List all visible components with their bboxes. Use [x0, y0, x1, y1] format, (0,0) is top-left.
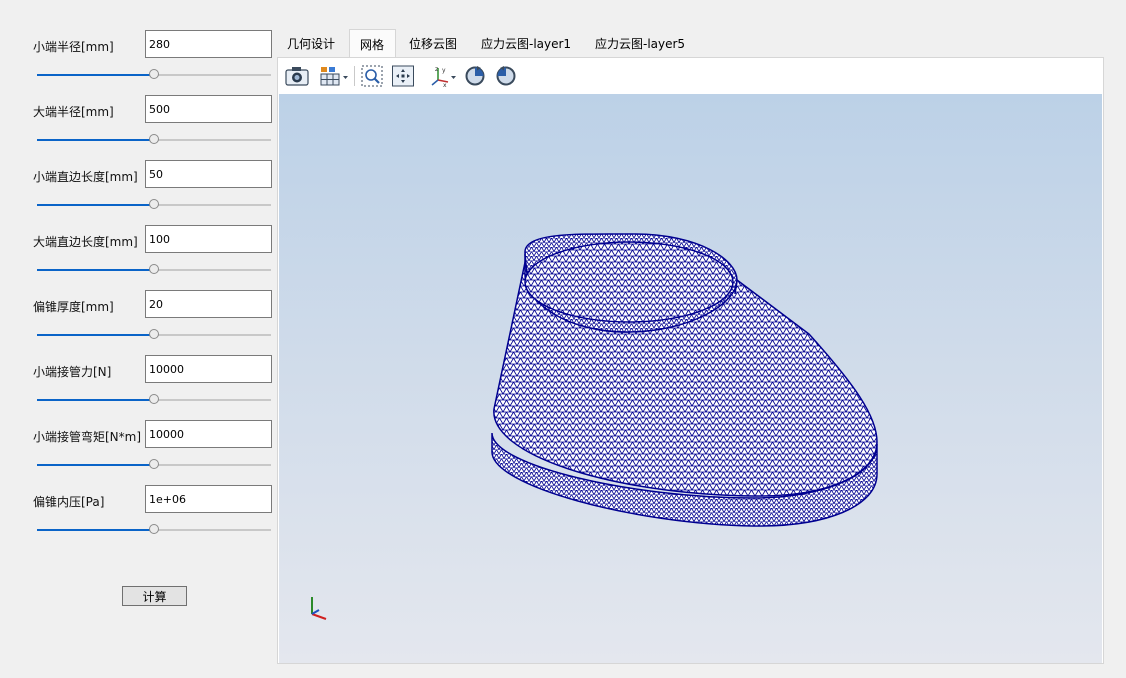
slider-fill: [37, 464, 154, 466]
axes-view-icon[interactable]: z y x: [429, 64, 457, 89]
nozzle-moment-slider[interactable]: [37, 459, 271, 471]
nozzle-force-slider[interactable]: [37, 394, 271, 406]
slider-thumb[interactable]: [149, 524, 159, 534]
small-straight-length-input[interactable]: [145, 160, 272, 188]
slider-thumb[interactable]: [149, 329, 159, 339]
toolbar-separator: [354, 66, 355, 86]
slider-fill: [37, 139, 154, 141]
slider-fill: [37, 74, 154, 76]
small-straight-length-slider[interactable]: [37, 199, 271, 211]
cone-thickness-input[interactable]: [145, 290, 272, 318]
slider-fill: [37, 399, 154, 401]
tab-stress-layer1[interactable]: 应力云图-layer1: [471, 29, 583, 57]
slider-fill: [37, 334, 154, 336]
tab-stress-layer5[interactable]: 应力云图-layer5: [585, 29, 697, 57]
tab-displacement-contour[interactable]: 位移云图: [399, 29, 469, 57]
slider-thumb[interactable]: [149, 459, 159, 469]
slider-thumb[interactable]: [149, 199, 159, 209]
fit-all-icon[interactable]: [391, 64, 415, 88]
svg-text:z: z: [435, 66, 438, 73]
slider-thumb[interactable]: [149, 264, 159, 274]
mesh-viewport[interactable]: [279, 94, 1102, 663]
svg-text:x: x: [443, 82, 447, 88]
param-label-internal-pressure: 偏锥内压[Pa]: [33, 495, 105, 509]
mesh-model: [311, 233, 878, 620]
slider-thumb[interactable]: [149, 134, 159, 144]
rotate-cw-icon[interactable]: [463, 64, 487, 88]
rotate-ccw-icon[interactable]: [494, 64, 518, 88]
tab-geometry-design[interactable]: 几何设计: [277, 29, 349, 57]
param-label-nozzle-force: 小端接管力[N]: [33, 365, 112, 379]
large-radius-input[interactable]: [145, 95, 272, 123]
zoom-box-icon[interactable]: [360, 64, 384, 88]
cone-thickness-slider[interactable]: [37, 329, 271, 341]
slider-fill: [37, 529, 154, 531]
large-straight-length-input[interactable]: [145, 225, 272, 253]
orientation-triad-icon: [311, 597, 327, 620]
internal-pressure-slider[interactable]: [37, 524, 271, 536]
viewer-toolbar: z y x: [278, 58, 1103, 93]
internal-pressure-input[interactable]: [145, 485, 272, 513]
calculate-button[interactable]: 计算: [122, 586, 187, 606]
slider-fill: [37, 204, 154, 206]
small-radius-slider[interactable]: [37, 69, 271, 81]
param-label-cone-thickness: 偏锥厚度[mm]: [33, 300, 114, 314]
nozzle-moment-input[interactable]: [145, 420, 272, 448]
param-label-small-straight-length: 小端直边长度[mm]: [33, 170, 138, 184]
small-end-opening: [524, 241, 734, 323]
slider-fill: [37, 269, 154, 271]
display-mode-icon[interactable]: [318, 64, 350, 88]
slider-thumb[interactable]: [149, 69, 159, 79]
param-label-large-radius: 大端半径[mm]: [33, 105, 114, 119]
large-radius-slider[interactable]: [37, 134, 271, 146]
param-label-large-straight-length: 大端直边长度[mm]: [33, 235, 138, 249]
large-straight-length-slider[interactable]: [37, 264, 271, 276]
small-radius-input[interactable]: [145, 30, 272, 58]
nozzle-force-input[interactable]: [145, 355, 272, 383]
tab-mesh[interactable]: 网格: [349, 29, 396, 57]
slider-thumb[interactable]: [149, 394, 159, 404]
svg-text:y: y: [442, 67, 446, 74]
param-label-nozzle-moment: 小端接管弯矩[N*m]: [33, 430, 142, 444]
param-label-small-radius: 小端半径[mm]: [33, 40, 114, 54]
camera-icon[interactable]: [284, 64, 310, 88]
